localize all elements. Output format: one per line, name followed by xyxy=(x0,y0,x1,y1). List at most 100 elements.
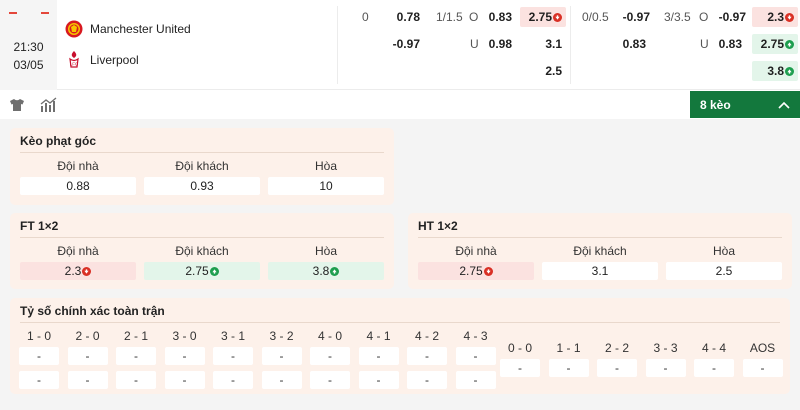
score-odd[interactable]: - xyxy=(67,371,108,389)
ft-1x2-draw-odd[interactable]: 2.5 xyxy=(520,61,566,81)
score-odd[interactable]: - xyxy=(407,347,447,365)
col-header-draw: Hòa xyxy=(314,244,337,258)
col-header-away: Đội khách xyxy=(175,244,229,258)
divider xyxy=(570,6,571,84)
score-odd[interactable]: - xyxy=(116,371,156,389)
ht-away-odd[interactable]: 3.1 xyxy=(542,262,658,280)
ht-ou-under-odd[interactable]: 0.83 xyxy=(710,34,742,54)
score-odd[interactable]: - xyxy=(116,347,156,365)
liverpool-crest-icon: LFC xyxy=(64,50,84,70)
manchester-united-crest-icon xyxy=(64,19,84,39)
score-odd[interactable]: - xyxy=(358,371,399,389)
score-odd[interactable]: - xyxy=(455,347,496,365)
ft-away-odd[interactable]: 2.75 xyxy=(144,262,260,280)
score-header: 3 - 0 xyxy=(172,329,197,343)
score-odd[interactable]: - xyxy=(261,347,302,365)
ht-ou-line: 3/3.5 xyxy=(664,10,691,24)
card-title: Kèo phạt góc xyxy=(20,134,97,148)
score-odd[interactable]: - xyxy=(261,371,302,389)
ht-1x2-draw-odd[interactable]: 3.8 xyxy=(752,61,798,81)
match-odds-row: 21:30 03/05 Manchester United LFC Liverp… xyxy=(0,0,800,90)
corner-odds-card: Kèo phạt góc Đội nhà Đội khách Hòa 0.88 … xyxy=(10,128,394,205)
ft-1x2-home-odd[interactable]: 2.75 xyxy=(520,7,566,27)
score-odd[interactable]: - xyxy=(597,359,637,377)
score-header: 2 - 0 xyxy=(75,329,100,343)
ht-ou-under-label: U xyxy=(700,37,709,51)
score-odd[interactable]: - xyxy=(548,359,589,377)
ht-1x2-card: HT 1×2 Đội nhà Đội khách Hòa 2.75 3.1 2.… xyxy=(408,213,792,289)
score-odd[interactable]: - xyxy=(213,347,253,365)
score-odd[interactable]: - xyxy=(19,347,59,365)
home-team-name: Manchester United xyxy=(90,22,191,36)
ht-handicap-away-odd[interactable]: 0.83 xyxy=(610,34,646,54)
score-odd[interactable]: - xyxy=(67,347,108,365)
score-header: 4 - 2 xyxy=(414,329,439,343)
away-team[interactable]: LFC Liverpool xyxy=(64,50,139,70)
svg-text:LFC: LFC xyxy=(70,62,79,67)
score-odd[interactable]: - xyxy=(694,359,734,377)
score-odd[interactable]: - xyxy=(213,371,253,389)
ht-ou-over-odd[interactable]: -0.97 xyxy=(706,7,746,27)
col-header-away: Đội khách xyxy=(573,244,627,258)
stats-chart-icon[interactable] xyxy=(40,97,58,113)
more-odds-button[interactable]: 8 kèo xyxy=(690,91,800,118)
odd-up-icon xyxy=(785,39,794,49)
match-time-column: 21:30 03/05 xyxy=(0,0,57,90)
ft-ou-over-odd[interactable]: 0.83 xyxy=(480,7,512,27)
score-odd[interactable]: - xyxy=(358,347,399,365)
score-odd[interactable]: - xyxy=(407,371,447,389)
ht-home-odd[interactable]: 2.75 xyxy=(418,262,534,280)
ht-1x2-away-odd[interactable]: 2.75 xyxy=(752,34,798,54)
corner-home-odd[interactable]: 0.88 xyxy=(20,177,136,195)
ft-handicap-home-odd[interactable]: 0.78 xyxy=(380,7,420,27)
odds-panel: Kèo phạt góc Đội nhà Đội khách Hòa 0.88 … xyxy=(0,119,800,410)
shirt-icon[interactable] xyxy=(9,97,27,113)
home-team[interactable]: Manchester United xyxy=(64,19,191,39)
score-odd[interactable]: - xyxy=(742,359,783,377)
score-header: AOS xyxy=(749,341,776,355)
score-header: 3 - 3 xyxy=(653,341,678,355)
ht-handicap-line: 0/0.5 xyxy=(582,10,609,24)
score-header: 4 - 4 xyxy=(701,341,726,355)
score-odd[interactable]: - xyxy=(164,371,205,389)
corner-away-odd[interactable]: 0.93 xyxy=(144,177,260,195)
score-odd[interactable]: - xyxy=(310,371,350,389)
score-odd[interactable]: - xyxy=(500,359,540,377)
away-team-name: Liverpool xyxy=(90,53,139,67)
match-toolbar xyxy=(0,91,800,119)
ht-1x2-home-odd[interactable]: 2.3 xyxy=(752,7,798,27)
odd-down-icon xyxy=(483,266,493,276)
ft-ou-under-odd[interactable]: 0.98 xyxy=(480,34,512,54)
ht-handicap-home-odd[interactable]: -0.97 xyxy=(610,7,650,27)
col-header-home: Đội nhà xyxy=(57,244,99,258)
score-odd[interactable]: - xyxy=(455,371,496,389)
divider xyxy=(20,152,384,153)
divider xyxy=(20,322,780,323)
corner-draw-odd[interactable]: 10 xyxy=(268,177,384,195)
score-odd[interactable]: - xyxy=(645,359,686,377)
odd-up-icon xyxy=(785,66,794,76)
ft-1x2-away-odd[interactable]: 3.1 xyxy=(520,34,566,54)
score-header: 0 - 0 xyxy=(507,341,532,355)
score-odd[interactable]: - xyxy=(164,347,205,365)
ft-ou-under-label: U xyxy=(470,37,479,51)
card-title: FT 1×2 xyxy=(20,219,59,233)
score-header: 2 - 1 xyxy=(123,329,148,343)
score-header: 2 - 2 xyxy=(604,341,629,355)
ft-handicap-away-odd[interactable]: -0.97 xyxy=(370,34,420,54)
score-header: 4 - 3 xyxy=(463,329,488,343)
col-header-home: Đội nhà xyxy=(455,244,497,258)
chevron-up-icon xyxy=(778,98,790,112)
ft-home-odd[interactable]: 2.3 xyxy=(20,262,136,280)
score-odd[interactable]: - xyxy=(310,347,350,365)
ht-draw-odd[interactable]: 2.5 xyxy=(666,262,782,280)
score-odd[interactable]: - xyxy=(19,371,59,389)
match-date: 03/05 xyxy=(13,58,44,72)
score-header: 4 - 1 xyxy=(366,329,391,343)
correct-score-card: Tỷ số chính xác toàn trận 1 - 0--2 - 0--… xyxy=(10,298,790,394)
col-header-home: Đội nhà xyxy=(57,159,99,173)
divider xyxy=(418,237,782,238)
ft-draw-odd[interactable]: 3.8 xyxy=(268,262,384,280)
ft-1x2-card: FT 1×2 Đội nhà Đội khách Hòa 2.3 2.75 3.… xyxy=(10,213,394,289)
divider xyxy=(20,237,384,238)
